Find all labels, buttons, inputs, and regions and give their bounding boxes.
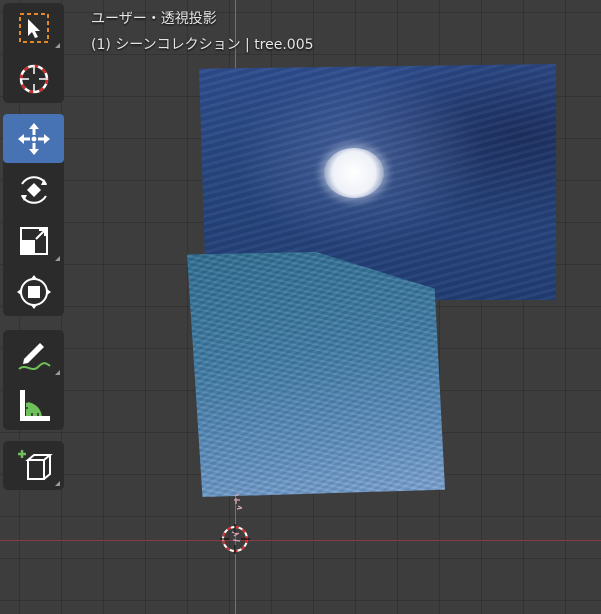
toolbar-group-transform (3, 114, 64, 316)
transform-tool[interactable] (3, 267, 64, 316)
submenu-indicator (55, 43, 60, 48)
rotate-icon (20, 175, 47, 204)
select-box-icon (18, 12, 49, 43)
submenu-indicator (55, 256, 60, 261)
submenu-indicator (55, 481, 60, 486)
submenu-indicator (55, 370, 60, 375)
move-tool[interactable] (3, 114, 64, 163)
view-subtitle: (1) シーンコレクション | tree.005 (91, 37, 314, 53)
select-box-tool[interactable] (3, 3, 64, 52)
toolbar-group-add (3, 441, 64, 490)
view-title: ユーザー・透視投影 (91, 11, 217, 27)
toolbar-group-annotate (3, 330, 64, 430)
3d-cursor-icon[interactable] (220, 524, 250, 554)
add-cube-icon (17, 449, 53, 480)
toolbar-group-select (3, 3, 64, 103)
moon (324, 148, 384, 198)
cursor-icon (19, 64, 48, 93)
3d-viewport[interactable]: ユーザー・透視投影 (1) シーンコレクション | tree.005 (0, 0, 601, 614)
rotate-tool[interactable] (3, 165, 64, 214)
measure-tool[interactable] (3, 381, 64, 430)
annotate-icon (17, 342, 51, 370)
transform-icon (16, 274, 51, 309)
sea-plane[interactable] (187, 252, 445, 497)
annotate-tool[interactable] (3, 330, 64, 379)
scale-tool[interactable] (3, 216, 64, 265)
cursor-tool[interactable] (3, 54, 64, 103)
add-cube-tool[interactable] (3, 441, 64, 490)
move-icon (17, 122, 50, 155)
x-axis-line (0, 540, 601, 541)
scale-icon (19, 226, 48, 255)
measure-icon (19, 389, 50, 421)
